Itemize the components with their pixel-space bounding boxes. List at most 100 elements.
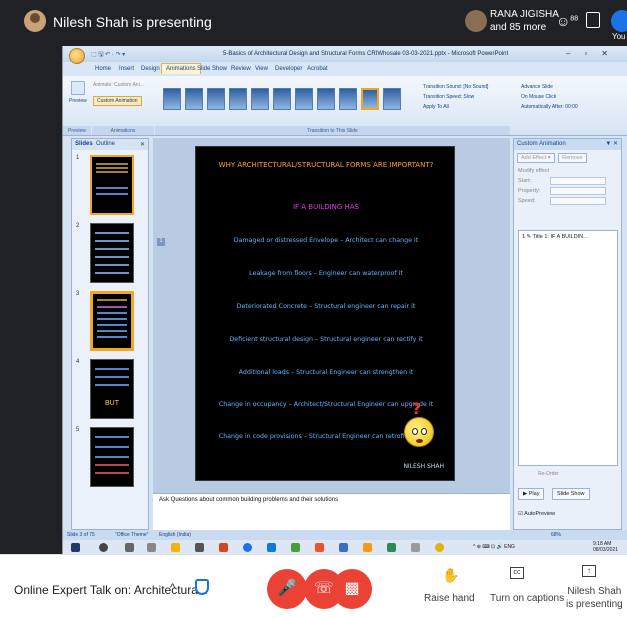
word-icon[interactable]: [339, 543, 348, 552]
transition-thumb[interactable]: [185, 88, 203, 110]
zoom-level[interactable]: 68%: [551, 532, 561, 538]
search-icon[interactable]: [99, 543, 108, 552]
on-mouse-click-checkbox[interactable]: On Mouse Click: [521, 92, 578, 102]
start-icon[interactable]: [71, 543, 80, 552]
slide-thumbnail-2[interactable]: [90, 223, 134, 283]
autopreview-checkbox[interactable]: ☑ AutoPreview: [518, 511, 555, 517]
tab-slide-show[interactable]: Slide Show: [197, 66, 227, 72]
play-button[interactable]: ▶ Play: [518, 488, 545, 500]
transition-speed[interactable]: Transition Speed: Slow: [423, 92, 488, 102]
window-controls[interactable]: –▫✕: [566, 49, 622, 58]
transition-sound[interactable]: Transition Sound: [No Sound]: [423, 82, 488, 92]
slide-signature: NILESH SHAH: [403, 463, 444, 470]
add-effect-button[interactable]: Add Effect ▾: [517, 153, 555, 163]
advance-options: Advance Slide On Mouse Click Automatical…: [521, 82, 578, 112]
mic-off-button[interactable]: 🎤: [267, 569, 307, 609]
captions-icon[interactable]: cc: [510, 567, 524, 579]
tab-design[interactable]: Design: [141, 66, 160, 72]
transition-thumb[interactable]: [295, 88, 313, 110]
slide-bullet[interactable]: Additional loads – Structural Engineer c…: [196, 369, 456, 376]
office-button[interactable]: [69, 48, 85, 64]
transition-thumb[interactable]: [163, 88, 181, 110]
slide-show-button[interactable]: Slide Show: [552, 488, 590, 500]
transition-thumb[interactable]: [251, 88, 269, 110]
slide-thumbnail-4[interactable]: BUT: [90, 359, 134, 419]
panel-close-icon[interactable]: ✕: [140, 141, 145, 148]
excel-icon[interactable]: [387, 543, 396, 552]
cortana-icon[interactable]: [125, 543, 134, 552]
transition-thumb[interactable]: [229, 88, 247, 110]
task-view-icon[interactable]: [147, 543, 156, 552]
preview-button-label[interactable]: Preview: [69, 98, 87, 104]
tab-developer[interactable]: Developer: [275, 66, 302, 72]
app-icon[interactable]: [291, 543, 300, 552]
slide-bullet[interactable]: Deficient structural design – Structural…: [196, 336, 456, 343]
slide-title[interactable]: WHY ARCHITECTURAL/STRUCTURAL FORMS ARE I…: [196, 161, 456, 169]
chevron-up-icon[interactable]: ^: [170, 582, 175, 594]
transition-thumb-selected[interactable]: [361, 88, 379, 110]
tab-home[interactable]: Home: [95, 66, 111, 72]
tab-outline[interactable]: Outline: [96, 141, 115, 147]
transition-thumb[interactable]: [383, 88, 401, 110]
raise-hand-icon[interactable]: ✋: [442, 567, 459, 584]
file-explorer-icon[interactable]: [171, 543, 180, 552]
speed-select[interactable]: [550, 197, 606, 205]
tab-acrobat[interactable]: Acrobat: [307, 66, 328, 72]
slide-thumbnail-5[interactable]: [90, 427, 134, 487]
remove-button[interactable]: Remove: [558, 153, 587, 163]
chat-icon[interactable]: [586, 12, 600, 28]
animation-list[interactable]: 1 ✎ Title 1: IF A BUILDIN...: [518, 230, 618, 466]
tab-view[interactable]: View: [255, 66, 268, 72]
notes-pane[interactable]: Ask Questions about common building prob…: [153, 493, 510, 530]
slide-bullet[interactable]: Damaged or distressed Envelope – Archite…: [196, 237, 456, 244]
transition-thumb[interactable]: [339, 88, 357, 110]
captions-label[interactable]: Turn on captions: [490, 593, 564, 604]
custom-animation-pane: Custom Animation ▼ ✕ Add Effect ▾ Remove…: [513, 138, 622, 530]
animate-dropdown[interactable]: Animate: Custom Ani...: [93, 82, 144, 88]
self-avatar[interactable]: [611, 10, 627, 32]
raise-hand-label[interactable]: Raise hand: [424, 593, 475, 604]
powerpoint-icon[interactable]: [219, 543, 228, 552]
slide-canvas[interactable]: WHY ARCHITECTURAL/STRUCTURAL FORMS ARE I…: [195, 146, 455, 481]
pane-close-icon[interactable]: ▼ ✕: [605, 140, 618, 147]
paint-icon[interactable]: [315, 543, 324, 552]
presenting-status[interactable]: Nilesh Shah is presenting: [566, 585, 623, 611]
slide-thumbnail-3-selected[interactable]: [90, 291, 134, 351]
property-select[interactable]: [550, 187, 606, 195]
clock[interactable]: 9:18 AM 08/03/2021: [593, 541, 618, 553]
animation-list-item[interactable]: 1 ✎ Title 1: IF A BUILDIN...: [522, 234, 614, 240]
apply-to-all-button[interactable]: Apply To All: [423, 102, 488, 112]
store-icon[interactable]: [195, 543, 204, 552]
attendee-avatar[interactable]: [465, 10, 487, 32]
tab-animations[interactable]: Animations: [161, 63, 201, 74]
slide-thumbnail-1[interactable]: [90, 155, 134, 215]
attendee-summary[interactable]: RANA JIGISHA and 85 more: [490, 8, 559, 34]
tab-insert[interactable]: Insert: [119, 66, 134, 72]
preview-icon[interactable]: [71, 81, 85, 95]
system-tray[interactable]: ^ ⊕ ⌨ ⊡ 🔊 ENG: [473, 544, 515, 550]
browser-icon[interactable]: [243, 543, 252, 552]
folder-icon[interactable]: [363, 543, 372, 552]
edge-icon[interactable]: [267, 543, 276, 552]
custom-animation-button[interactable]: Custom Animation: [93, 96, 142, 106]
slide-bullet[interactable]: Deteriorated Concrete – Structural engin…: [196, 303, 456, 310]
chrome-icon[interactable]: [435, 543, 444, 552]
slide-bullet[interactable]: Leakage from floors – Engineer can water…: [196, 270, 456, 277]
tab-slides[interactable]: Slides: [75, 141, 93, 147]
camera-off-button[interactable]: ▩: [332, 569, 372, 609]
start-select[interactable]: [550, 177, 606, 185]
people-icon[interactable]: ☺88: [556, 13, 578, 29]
transition-thumb[interactable]: [207, 88, 225, 110]
automatically-after-checkbox[interactable]: Automatically After: 00:00: [521, 102, 578, 112]
transition-thumb[interactable]: [273, 88, 291, 110]
reorder-control[interactable]: Re-Order: [538, 471, 559, 477]
meeting-title[interactable]: Online Expert Talk on: Architectura...: [14, 583, 208, 597]
quick-access-toolbar[interactable]: ⬚ 🖫 ↶ · ↷ ▾: [91, 50, 125, 60]
shield-icon[interactable]: [195, 579, 209, 595]
transition-thumb[interactable]: [317, 88, 335, 110]
app-icon[interactable]: [411, 543, 420, 552]
language[interactable]: English (India): [159, 532, 191, 538]
tab-review[interactable]: Review: [231, 66, 251, 72]
present-icon[interactable]: ↑: [582, 565, 596, 577]
slide-subtitle[interactable]: IF A BUILDING HAS: [196, 203, 456, 211]
